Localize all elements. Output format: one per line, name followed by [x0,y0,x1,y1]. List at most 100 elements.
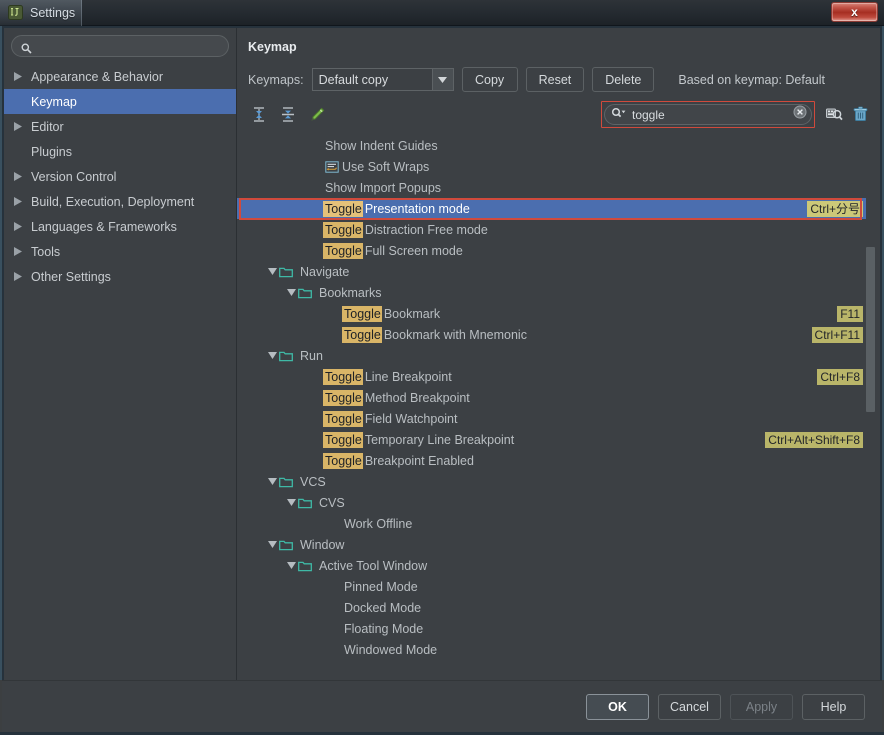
tree-row-label: Method Breakpoint [364,390,470,405]
tree-action-row[interactable]: Toggle Distraction Free mode [237,219,866,240]
chevron-down-icon[interactable] [266,352,279,359]
tree-row-label: Window [300,537,345,552]
delete-button[interactable]: Delete [592,67,655,92]
search-match-highlight: Toggle [342,326,382,343]
keymaps-label: Keymaps: [248,72,304,87]
tree-action-row[interactable]: Use Soft Wraps [237,156,866,177]
dialog-footer: OK Cancel Apply Help [2,680,882,733]
tree-row-label: Docked Mode [344,600,422,615]
tree-group-row[interactable]: Bookmarks [237,282,866,303]
tree-row-label: Work Offline [344,516,413,531]
tree-group-row[interactable]: Run [237,345,866,366]
tree-row-label: Active Tool Window [319,558,428,573]
sidebar-item-plugins[interactable]: Plugins [4,139,236,164]
sidebar-item-build-execution-deployment[interactable]: Build, Execution, Deployment [4,189,236,214]
copy-button[interactable]: Copy [461,67,518,92]
tree-scrollbar-track[interactable] [866,135,878,680]
tree-action-row[interactable]: Show Indent Guides [237,135,866,156]
ok-button[interactable]: OK [586,694,649,720]
delete-trash-icon[interactable] [852,106,869,123]
help-button[interactable]: Help [802,694,865,720]
tree-group-row[interactable]: VCS [237,471,866,492]
expand-all-icon[interactable] [251,106,268,123]
sidebar-item-label: Editor [31,119,64,134]
collapse-all-icon[interactable] [280,106,297,123]
clear-circle-icon[interactable] [793,105,807,124]
tree-group-row[interactable]: CVS [237,492,866,513]
tree-action-row[interactable]: Toggle Bookmark F11 [237,303,866,324]
tree-action-row[interactable]: Show Import Popups [237,177,866,198]
shortcut-badge: Ctrl+分号 [807,200,863,217]
sidebar-item-label: Plugins [31,144,72,159]
keymap-select[interactable]: Default copy [311,68,454,91]
tree-group-row[interactable]: Active Tool Window [237,555,866,576]
sidebar-search-input[interactable] [38,39,219,53]
chevron-right-icon[interactable] [14,197,23,206]
search-match-highlight: Toggle [323,221,363,238]
tree-row-label: Bookmark [383,306,441,321]
sidebar-item-languages-frameworks[interactable]: Languages & Frameworks [4,214,236,239]
folder-icon [298,560,313,572]
tree-action-row[interactable]: Toggle Field Watchpoint [237,408,866,429]
chevron-down-icon[interactable] [266,478,279,485]
chevron-down-icon[interactable] [285,499,298,506]
tree-action-row[interactable]: Work Offline [237,513,866,534]
edit-pencil-icon[interactable] [309,106,326,123]
sidebar-item-tools[interactable]: Tools [4,239,236,264]
sidebar-item-appearance-behavior[interactable]: Appearance & Behavior [4,64,236,89]
sidebar-item-version-control[interactable]: Version Control [4,164,236,189]
chevron-down-icon[interactable] [285,562,298,569]
search-match-highlight: Toggle [323,242,363,259]
tree-group-row[interactable]: Window [237,534,866,555]
tree-action-row[interactable]: Toggle Method Breakpoint [237,387,866,408]
tree-action-row[interactable]: Toggle Breakpoint Enabled [237,450,866,471]
sidebar-item-keymap[interactable]: Keymap [4,89,236,114]
tree-row-label: Full Screen mode [364,243,463,258]
tree-action-row[interactable]: Docked Mode [237,597,866,618]
sidebar-search-box[interactable] [11,35,229,57]
chevron-right-icon[interactable] [14,222,23,231]
search-dropdown-icon[interactable] [611,106,627,124]
folder-icon [298,497,313,509]
tree-row-label: Bookmarks [319,285,382,300]
chevron-down-icon[interactable] [266,541,279,548]
search-match-highlight: Toggle [323,452,363,469]
settings-window: Settings x Appearance & Behavior Keymap … [0,0,884,735]
search-match-highlight: Toggle [323,410,363,427]
search-match-highlight: Toggle [323,389,363,406]
tree-action-row[interactable]: Floating Mode [237,618,866,639]
keymap-search-box[interactable]: toggle [604,104,812,125]
tree-action-row[interactable]: Toggle Temporary Line Breakpoint Ctrl+Alt+… [237,429,866,450]
tree-group-row[interactable]: Navigate [237,261,866,282]
keymap-select-value: Default copy [318,72,389,87]
chevron-right-icon[interactable] [14,172,23,181]
close-button[interactable]: x [831,2,878,22]
sidebar-item-label: Languages & Frameworks [31,219,177,234]
keymap-tree[interactable]: Show Indent Guides Use Soft Wraps Show Imp… [237,135,866,680]
tree-row-label: Field Watchpoint [364,411,458,426]
tree-row-label: Use Soft Wraps [342,159,430,174]
chevron-right-icon[interactable] [14,122,23,131]
reset-button[interactable]: Reset [525,67,585,92]
chevron-down-icon[interactable] [285,289,298,296]
shortcut-badge: Ctrl+Alt+Shift+F8 [765,431,863,448]
tree-action-row[interactable]: Pinned Mode [237,576,866,597]
sidebar-item-other-settings[interactable]: Other Settings [4,264,236,289]
tree-action-row[interactable]: Toggle Bookmark with Mnemonic Ctrl+F11 [237,324,866,345]
tree-action-row[interactable]: Windowed Mode [237,639,866,660]
chevron-right-icon[interactable] [14,72,23,81]
chevron-right-icon[interactable] [14,272,23,281]
apply-button: Apply [730,694,793,720]
tree-action-row[interactable]: Toggle Line Breakpoint Ctrl+F8 [237,366,866,387]
find-by-shortcut-icon[interactable] [825,106,843,123]
folder-icon [279,350,294,362]
tree-action-row[interactable]: Toggle Full Screen mode [237,240,866,261]
search-match-highlight: Toggle [323,200,363,217]
sidebar-item-editor[interactable]: Editor [4,114,236,139]
tree-scrollbar-thumb[interactable] [866,247,875,412]
dialog-body: Appearance & Behavior Keymap Editor Plugins… [0,26,884,680]
chevron-right-icon[interactable] [14,247,23,256]
tree-action-row[interactable]: Toggle Presentation mode Ctrl+分号 [237,198,866,219]
chevron-down-icon[interactable] [266,268,279,275]
cancel-button[interactable]: Cancel [658,694,721,720]
